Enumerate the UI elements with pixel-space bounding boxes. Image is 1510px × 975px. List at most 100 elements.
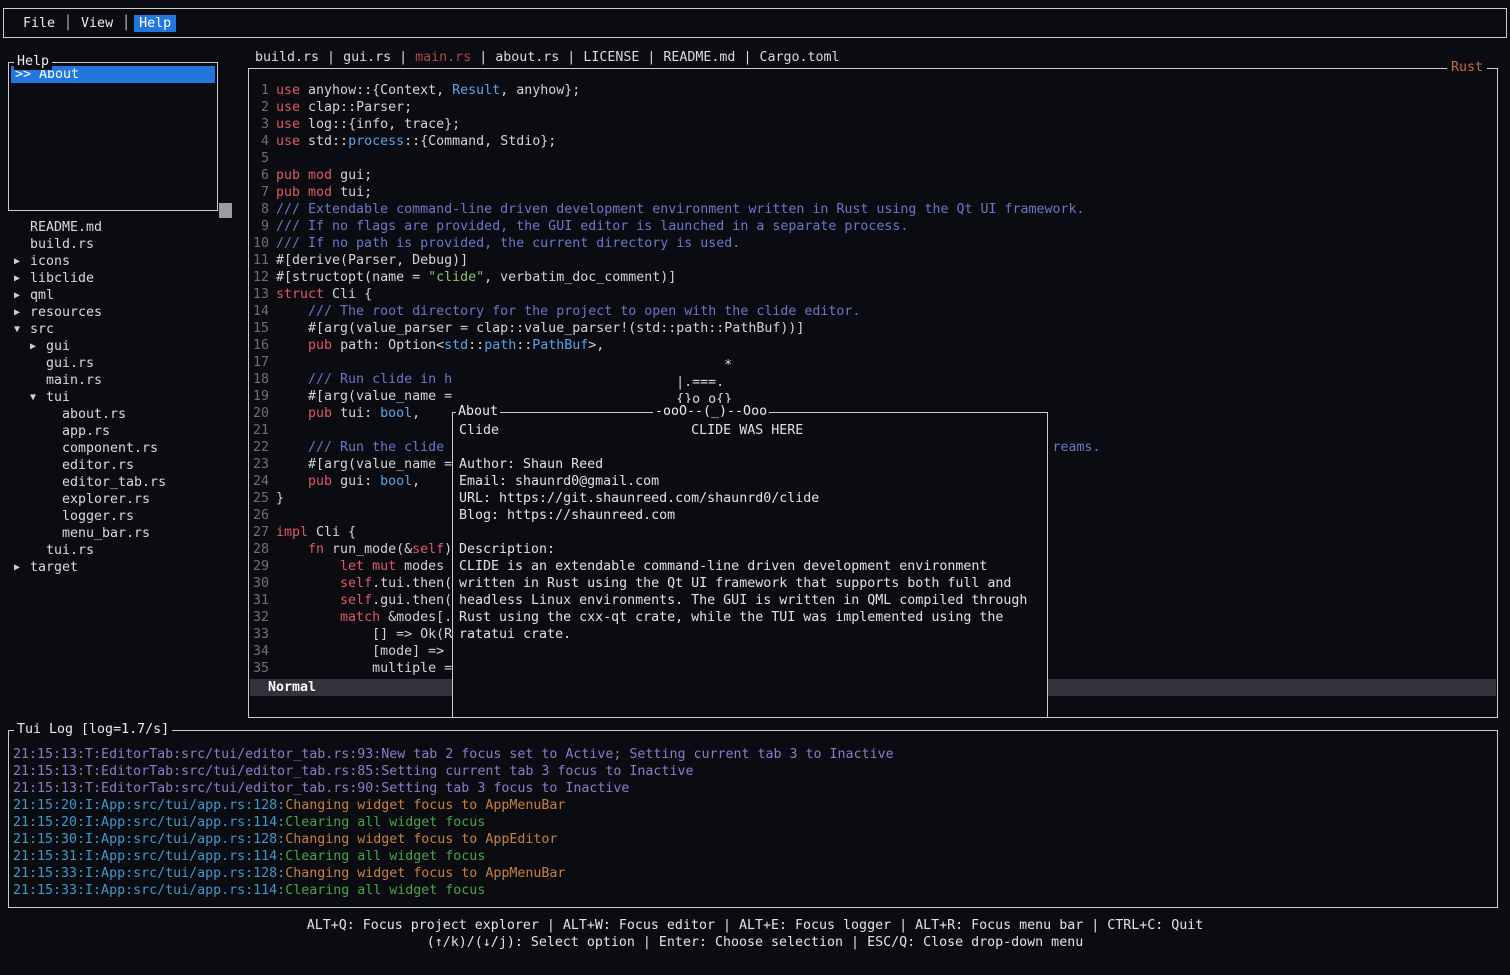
- code-line-9[interactable]: 9/// If no flags are provided, the GUI e…: [253, 218, 1101, 235]
- code-line-1[interactable]: 1use anyhow::{Context, Result, anyhow};: [253, 82, 1101, 99]
- tree-item-gui-rs[interactable]: gui.rs: [8, 355, 244, 372]
- folder-collapsed-icon: ▶: [30, 338, 46, 355]
- tree-item-logger-rs[interactable]: logger.rs: [8, 508, 244, 525]
- code-token: ,: [412, 406, 420, 421]
- code-token: [276, 542, 308, 557]
- code-token: self: [340, 593, 372, 608]
- line-number: 6: [253, 167, 269, 184]
- tree-item-main-rs[interactable]: main.rs: [8, 372, 244, 389]
- line-number: 18: [253, 371, 269, 388]
- code-token: "clide": [428, 270, 484, 285]
- code-line-12[interactable]: 12#[structopt(name = "clide", verbatim_d…: [253, 269, 1101, 286]
- tab-about-rs[interactable]: about.rs: [495, 50, 559, 65]
- code-line-14[interactable]: 14 /// The root directory for the projec…: [253, 303, 1101, 320]
- code-token: [276, 406, 308, 421]
- tree-item-label: build.rs: [30, 236, 94, 253]
- log-message: Clearing all widget focus: [285, 815, 485, 830]
- code-token: Result: [452, 83, 500, 98]
- line-number: 3: [253, 116, 269, 133]
- tree-item-menu-bar-rs[interactable]: menu_bar.rs: [8, 525, 244, 542]
- tree-item-label: explorer.rs: [62, 491, 150, 508]
- tree-item-label: resources: [30, 304, 102, 321]
- tree-item-target[interactable]: ▶target: [8, 559, 244, 576]
- log-message: Changing widget focus to AppEditor: [285, 832, 557, 847]
- code-token: #[arg(value_name =: [276, 457, 452, 472]
- menu-item-view[interactable]: View: [76, 15, 118, 32]
- code-token: }: [276, 491, 284, 506]
- code-token: , verbatim_doc_comment)]: [484, 270, 676, 285]
- tab-gui-rs[interactable]: gui.rs: [343, 50, 391, 65]
- line-number: 4: [253, 133, 269, 150]
- code-token: use: [276, 134, 300, 149]
- code-line-16[interactable]: 16 pub path: Option<std::path::PathBuf>,: [253, 337, 1101, 354]
- tab-cargo-toml[interactable]: Cargo.toml: [759, 50, 839, 65]
- tree-item-gui[interactable]: ▶gui: [8, 338, 244, 355]
- code-token: process: [348, 134, 404, 149]
- tree-item-about-rs[interactable]: about.rs: [8, 406, 244, 423]
- editor-tabs: build.rs | gui.rs | main.rs | about.rs |…: [255, 49, 840, 66]
- code-token: path: Option<: [332, 338, 444, 353]
- about-dialog-title: About: [456, 403, 500, 420]
- tab-main-rs[interactable]: main.rs: [415, 50, 471, 65]
- code-line-5[interactable]: 5: [253, 150, 1101, 167]
- line-number: 15: [253, 320, 269, 337]
- code-line-4[interactable]: 4use std::process::{Command, Stdio};: [253, 133, 1101, 150]
- tree-item-label: logger.rs: [62, 508, 134, 525]
- code-token: #[derive(Parser, Debug)]: [276, 253, 468, 268]
- tree-item-tui[interactable]: ▼tui: [8, 389, 244, 406]
- tree-item-explorer-rs[interactable]: explorer.rs: [8, 491, 244, 508]
- line-number: 2: [253, 99, 269, 116]
- tree-item-app-rs[interactable]: app.rs: [8, 423, 244, 440]
- about-dialog-box: About -ooO--(_)--Ooo Clide CLIDE WAS HER…: [452, 412, 1048, 718]
- line-number: 33: [253, 626, 269, 643]
- tree-item-editor-rs[interactable]: editor.rs: [8, 457, 244, 474]
- code-line-10[interactable]: 10/// If no path is provided, the curren…: [253, 235, 1101, 252]
- tab-license[interactable]: LICENSE: [583, 50, 639, 65]
- tree-item-src[interactable]: ▼src: [8, 321, 244, 338]
- code-line-2[interactable]: 2use clap::Parser;: [253, 99, 1101, 116]
- code-token: use: [276, 117, 300, 132]
- tree-item-editor-tab-rs[interactable]: editor_tab.rs: [8, 474, 244, 491]
- code-line-11[interactable]: 11#[derive(Parser, Debug)]: [253, 252, 1101, 269]
- log-prefix: 21:15:31:I:App:src/tui/app.rs:114:: [13, 849, 285, 864]
- code-line-7[interactable]: 7pub mod tui;: [253, 184, 1101, 201]
- line-number: 34: [253, 643, 269, 660]
- line-number: 20: [253, 405, 269, 422]
- log-entry: 21:15:33:I:App:src/tui/app.rs:128:Changi…: [13, 865, 894, 882]
- code-token: pub: [308, 406, 332, 421]
- tab-build-rs[interactable]: build.rs: [255, 50, 319, 65]
- code-line-15[interactable]: 15 #[arg(value_parser = clap::value_pars…: [253, 320, 1101, 337]
- log-entry: 21:15:31:I:App:src/tui/app.rs:114:Cleari…: [13, 848, 894, 865]
- code-token: [300, 185, 308, 200]
- tab-separator: |: [639, 50, 663, 65]
- log-message: Clearing all widget focus: [285, 849, 485, 864]
- menu-item-help[interactable]: Help: [134, 15, 176, 32]
- code-token: &modes[.: [380, 610, 452, 625]
- tree-item-resources[interactable]: ▶resources: [8, 304, 244, 321]
- scrollbar-thumb[interactable]: [219, 203, 232, 218]
- code-token: mod: [308, 185, 332, 200]
- menu-item-file[interactable]: File: [18, 15, 60, 32]
- code-token: use: [276, 100, 300, 115]
- tree-item-icons[interactable]: ▶icons: [8, 253, 244, 270]
- tree-item-component-rs[interactable]: component.rs: [8, 440, 244, 457]
- tab-readme-md[interactable]: README.md: [663, 50, 735, 65]
- code-token: [276, 576, 340, 591]
- tree-item-tui-rs[interactable]: tui.rs: [8, 542, 244, 559]
- line-number: 27: [253, 524, 269, 541]
- code-line-8[interactable]: 8/// Extendable command-line driven deve…: [253, 201, 1101, 218]
- tree-item-libclide[interactable]: ▶libclide: [8, 270, 244, 287]
- keybind-help-line-2: (↑/k)/(↓/j): Select option | Enter: Choo…: [0, 934, 1510, 951]
- tree-item-build-rs[interactable]: build.rs: [8, 236, 244, 253]
- code-line-3[interactable]: 3use log::{info, trace};: [253, 116, 1101, 133]
- log-prefix: 21:15:20:I:App:src/tui/app.rs:128:: [13, 798, 285, 813]
- code-token: fn: [308, 542, 324, 557]
- tree-item-readme-md[interactable]: README.md: [8, 219, 244, 236]
- code-line-6[interactable]: 6pub mod gui;: [253, 167, 1101, 184]
- tab-separator: |: [735, 50, 759, 65]
- code-line-13[interactable]: 13struct Cli {: [253, 286, 1101, 303]
- line-number: 30: [253, 575, 269, 592]
- code-token: anyhow::{Context,: [300, 83, 452, 98]
- log-prefix: 21:15:20:I:App:src/tui/app.rs:114:: [13, 815, 285, 830]
- tree-item-qml[interactable]: ▶qml: [8, 287, 244, 304]
